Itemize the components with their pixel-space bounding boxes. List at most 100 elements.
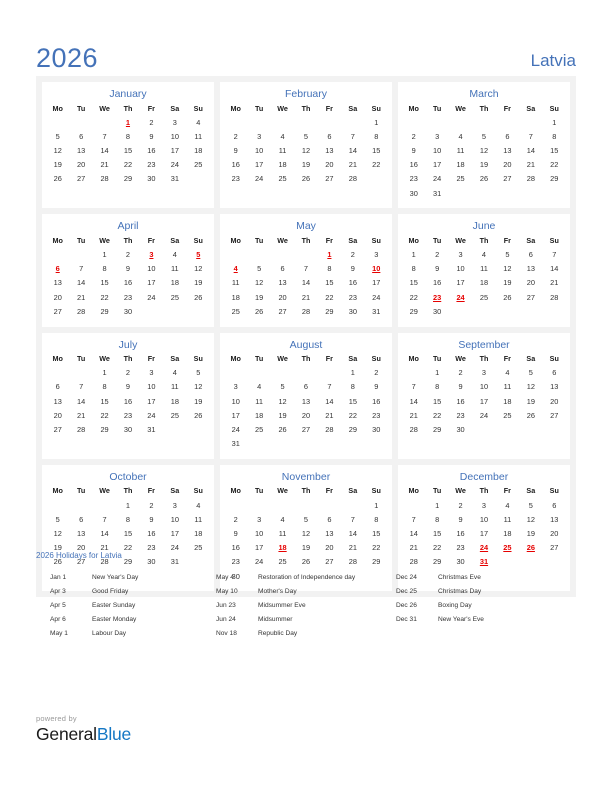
day-cell[interactable]: 15 <box>425 394 448 408</box>
day-cell[interactable]: 5 <box>187 366 210 380</box>
day-cell[interactable]: 11 <box>247 394 270 408</box>
day-cell[interactable]: 22 <box>318 290 341 304</box>
day-cell[interactable]: 30 <box>365 423 388 437</box>
day-cell[interactable]: 22 <box>116 158 139 172</box>
day-cell[interactable]: 2 <box>140 115 163 129</box>
day-cell[interactable]: 23 <box>341 290 364 304</box>
day-cell[interactable]: 7 <box>93 512 116 526</box>
day-cell[interactable]: 16 <box>140 527 163 541</box>
day-cell[interactable]: 11 <box>472 262 495 276</box>
day-cell[interactable]: 29 <box>341 423 364 437</box>
day-cell[interactable]: 6 <box>69 129 92 143</box>
day-cell[interactable]: 7 <box>341 512 364 526</box>
day-cell[interactable]: 3 <box>472 366 495 380</box>
day-cell[interactable]: 28 <box>294 304 317 318</box>
day-cell[interactable]: 28 <box>318 423 341 437</box>
day-cell[interactable]: 27 <box>271 304 294 318</box>
day-cell[interactable]: 10 <box>247 144 270 158</box>
day-cell[interactable]: 30 <box>449 423 472 437</box>
day-cell[interactable]: 18 <box>187 144 210 158</box>
day-cell[interactable]: 18 <box>163 394 186 408</box>
day-cell[interactable]: 15 <box>116 144 139 158</box>
day-cell[interactable]: 6 <box>543 366 566 380</box>
day-cell[interactable]: 2 <box>224 129 247 143</box>
day-cell[interactable]: 12 <box>187 380 210 394</box>
day-cell[interactable]: 15 <box>365 144 388 158</box>
day-cell[interactable]: 9 <box>224 144 247 158</box>
day-cell[interactable]: 6 <box>46 380 69 394</box>
day-cell-holiday[interactable]: 3 <box>140 248 163 262</box>
day-cell[interactable]: 17 <box>449 276 472 290</box>
day-cell[interactable]: 6 <box>294 380 317 394</box>
day-cell[interactable]: 18 <box>187 527 210 541</box>
day-cell[interactable]: 7 <box>402 512 425 526</box>
day-cell[interactable]: 24 <box>247 172 270 186</box>
day-cell[interactable]: 19 <box>187 394 210 408</box>
day-cell[interactable]: 13 <box>69 144 92 158</box>
day-cell[interactable]: 13 <box>46 394 69 408</box>
day-cell[interactable]: 12 <box>46 527 69 541</box>
day-cell[interactable]: 2 <box>449 366 472 380</box>
day-cell[interactable]: 11 <box>449 144 472 158</box>
day-cell[interactable]: 28 <box>519 172 542 186</box>
day-cell[interactable]: 10 <box>140 380 163 394</box>
day-cell[interactable]: 1 <box>402 248 425 262</box>
day-cell[interactable]: 16 <box>425 276 448 290</box>
day-cell[interactable]: 16 <box>116 394 139 408</box>
day-cell[interactable]: 21 <box>294 290 317 304</box>
day-cell[interactable]: 10 <box>140 262 163 276</box>
day-cell[interactable]: 31 <box>140 423 163 437</box>
day-cell[interactable]: 2 <box>425 248 448 262</box>
day-cell[interactable]: 11 <box>187 512 210 526</box>
day-cell[interactable]: 9 <box>449 512 472 526</box>
day-cell[interactable]: 2 <box>224 512 247 526</box>
day-cell[interactable]: 2 <box>116 248 139 262</box>
day-cell[interactable]: 6 <box>69 512 92 526</box>
day-cell[interactable]: 3 <box>425 129 448 143</box>
day-cell[interactable]: 28 <box>402 423 425 437</box>
day-cell[interactable]: 15 <box>402 276 425 290</box>
day-cell[interactable]: 2 <box>365 366 388 380</box>
day-cell[interactable]: 23 <box>449 408 472 422</box>
day-cell[interactable]: 4 <box>163 366 186 380</box>
day-cell[interactable]: 10 <box>425 144 448 158</box>
day-cell[interactable]: 25 <box>449 172 472 186</box>
day-cell[interactable]: 30 <box>116 304 139 318</box>
day-cell[interactable]: 15 <box>318 276 341 290</box>
day-cell[interactable]: 23 <box>116 408 139 422</box>
day-cell[interactable]: 25 <box>187 158 210 172</box>
generalblue-logo[interactable]: GeneralBlue <box>36 724 336 744</box>
day-cell-holiday[interactable]: 1 <box>116 115 139 129</box>
day-cell[interactable]: 31 <box>365 304 388 318</box>
day-cell[interactable]: 17 <box>224 408 247 422</box>
day-cell[interactable]: 5 <box>46 129 69 143</box>
day-cell[interactable]: 29 <box>543 172 566 186</box>
day-cell[interactable]: 13 <box>294 394 317 408</box>
day-cell[interactable]: 25 <box>472 290 495 304</box>
day-cell[interactable]: 17 <box>140 394 163 408</box>
day-cell[interactable]: 7 <box>69 380 92 394</box>
day-cell[interactable]: 20 <box>318 158 341 172</box>
day-cell[interactable]: 22 <box>341 408 364 422</box>
day-cell[interactable]: 4 <box>472 248 495 262</box>
day-cell[interactable]: 6 <box>519 248 542 262</box>
day-cell[interactable]: 10 <box>163 512 186 526</box>
day-cell[interactable]: 14 <box>93 527 116 541</box>
day-cell[interactable]: 14 <box>294 276 317 290</box>
day-cell[interactable]: 14 <box>402 394 425 408</box>
day-cell[interactable]: 13 <box>496 144 519 158</box>
day-cell[interactable]: 3 <box>365 248 388 262</box>
day-cell[interactable]: 27 <box>496 172 519 186</box>
day-cell[interactable]: 20 <box>519 276 542 290</box>
day-cell[interactable]: 22 <box>543 158 566 172</box>
day-cell[interactable]: 14 <box>69 394 92 408</box>
day-cell[interactable]: 11 <box>271 527 294 541</box>
day-cell[interactable]: 6 <box>543 498 566 512</box>
day-cell[interactable]: 22 <box>402 290 425 304</box>
day-cell[interactable]: 15 <box>93 394 116 408</box>
day-cell[interactable]: 20 <box>543 527 566 541</box>
day-cell[interactable]: 8 <box>425 380 448 394</box>
day-cell[interactable]: 27 <box>294 423 317 437</box>
day-cell[interactable]: 26 <box>496 290 519 304</box>
day-cell[interactable]: 13 <box>519 262 542 276</box>
